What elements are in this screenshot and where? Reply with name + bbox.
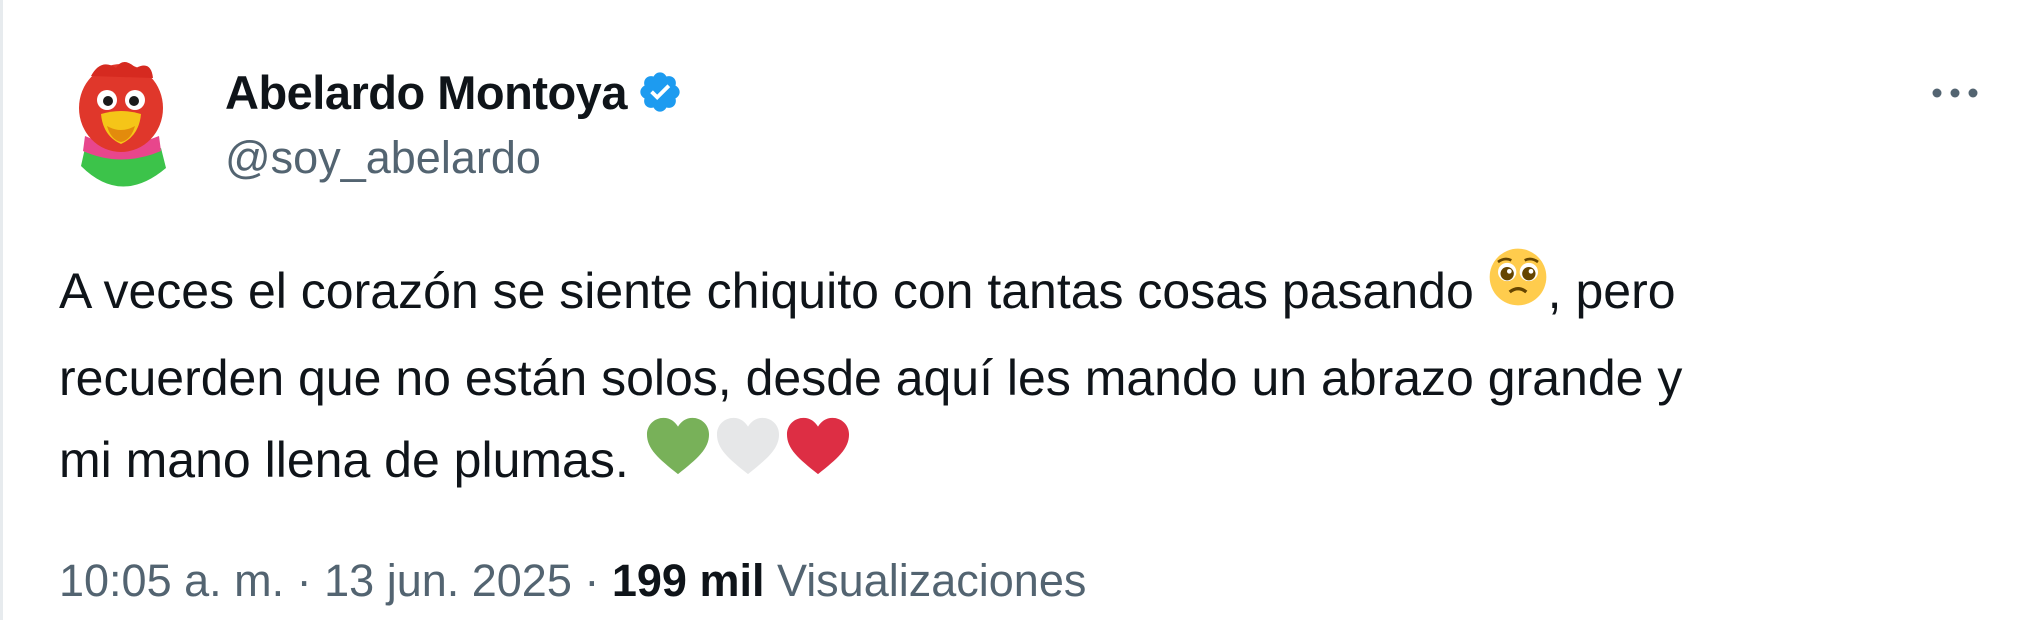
meta-separator: · [284,555,325,606]
tweet-text-segment: mi mano llena de plumas. [59,431,643,488]
ellipsis-icon [1932,88,1978,98]
more-options-button[interactable] [1925,68,1985,118]
views-label[interactable]: Visualizaciones [764,555,1086,606]
red-heart-emoji-icon [783,414,853,502]
author-display-name[interactable]: Abelardo Montoya [225,65,627,120]
verified-badge-icon[interactable] [637,69,683,115]
author-handle[interactable]: @soy_abelardo [225,132,541,184]
tweet-text-segment: , pero [1547,263,1676,319]
avatar[interactable] [61,56,181,191]
pleading-face-emoji-icon [1488,247,1548,331]
tweet-meta: 10:05 a. m. · 13 jun. 2025 · 199 mil Vis… [59,555,1086,607]
views-count[interactable]: 199 mil [612,555,765,606]
tweet-text-line-2: recuerden que no están solos, desde aquí… [59,349,1683,406]
white-heart-emoji-icon [713,414,783,502]
tweet-text-line-3: mi mano llena de plumas. [59,417,1989,508]
author-name-row[interactable]: Abelardo Montoya [225,64,683,120]
tweet-card: Abelardo Montoya @soy_abelardo A veces e… [0,0,2023,620]
meta-separator: · [571,555,612,606]
tweet-time[interactable]: 10:05 a. m. [59,555,284,606]
tweet-text: A veces el corazón se siente chiquito co… [59,247,1989,508]
tweet-text-segment: A veces el corazón se siente chiquito co… [59,263,1488,319]
parrot-mascot-avatar-icon [79,62,166,187]
green-heart-emoji-icon [643,414,713,502]
tweet-date[interactable]: 13 jun. 2025 [324,555,572,606]
tweet-text-line-1: A veces el corazón se siente chiquito co… [59,247,1989,337]
